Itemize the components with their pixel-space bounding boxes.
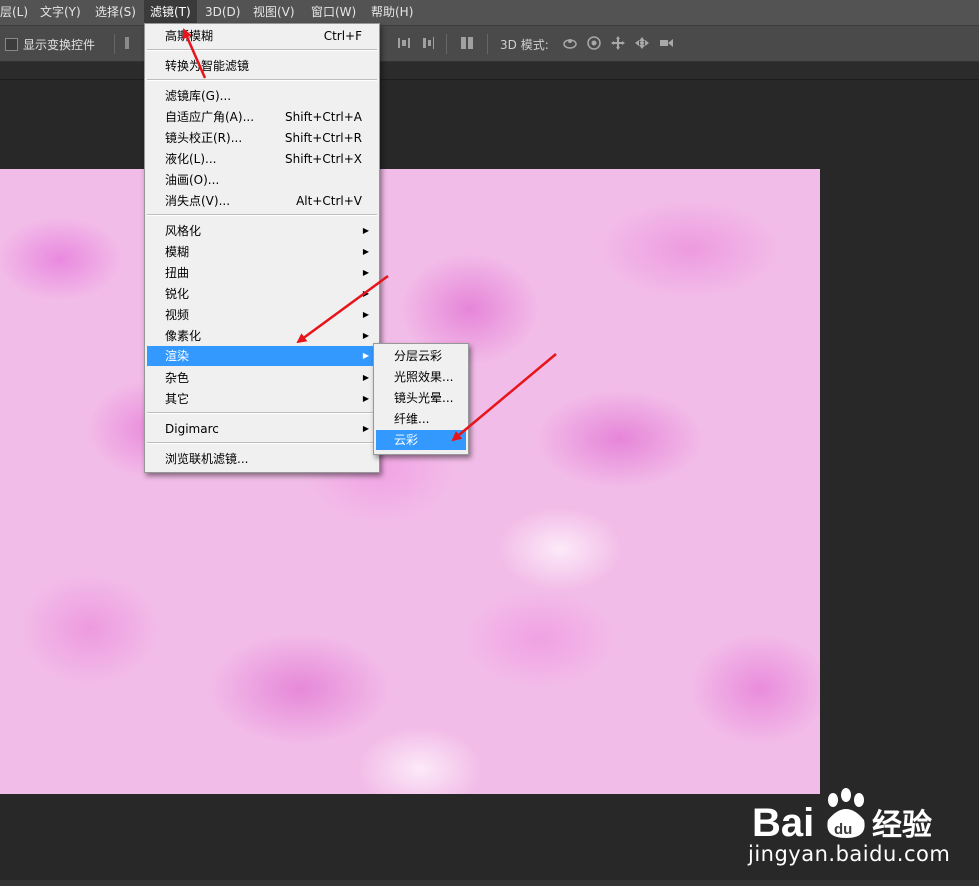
menu-item-shortcut: Alt+Ctrl+V [296,194,362,208]
menu-item-adaptive-wide-angle[interactable]: 自适应广角(A)... Shift+Ctrl+A [147,107,377,127]
submenu-arrow-icon: ▶ [362,331,369,340]
menu-item-label: 像素化 [165,329,202,343]
menu-filter[interactable]: 滤镜(T) [144,0,197,25]
show-transform-label: 显示变换控件 [23,38,96,52]
menu-help[interactable]: 帮助(H) [371,0,413,25]
menu-3d[interactable]: 3D(D) [205,0,240,25]
menu-item-label: 高斯模糊 [165,29,214,43]
menu-item-shortcut: Ctrl+F [323,29,362,43]
menu-item-label: 油画(O)... [165,173,220,187]
menu-item-blur[interactable]: 模糊 ▶ [147,242,377,262]
watermark-url: jingyan.baidu.com [748,842,951,866]
3d-rotate-icon[interactable] [562,35,578,51]
menu-item-label: 扭曲 [165,266,190,280]
render-submenu: 分层云彩 光照效果... 镜头光晕... 纤维... 云彩 [373,343,469,455]
submenu-arrow-icon: ▶ [362,226,369,235]
menu-item-label: 镜头光晕... [394,391,454,405]
menu-item-label: 云彩 [394,433,419,447]
3d-roll-icon[interactable] [586,35,602,51]
menu-item-video[interactable]: 视频 ▶ [147,305,377,325]
menu-item-label: 消失点(V)... [165,194,231,208]
submenu-arrow-icon: ▶ [362,394,369,403]
separator [446,34,447,54]
menu-item-oil-paint[interactable]: 油画(O)... [147,170,377,190]
menu-divider [147,412,377,414]
menu-divider [147,214,377,216]
watermark-paw-text: du [834,821,852,838]
3d-pan-icon[interactable] [610,35,626,51]
menu-item-label: 镜头校正(R)... [165,131,243,145]
submenu-arrow-icon: ▶ [362,289,369,298]
menu-item-label: 模糊 [165,245,190,259]
3d-mode-label: 3D 模式: [500,38,549,52]
menu-item-label: 杂色 [165,371,190,385]
auto-align-icon[interactable] [459,35,475,51]
menu-item-stylize[interactable]: 风格化 ▶ [147,221,377,241]
menu-item-convert-smart-filter[interactable]: 转换为智能滤镜 [147,56,377,76]
menu-item-shortcut: Shift+Ctrl+X [285,152,362,166]
submenu-arrow-icon: ▶ [362,247,369,256]
menu-item-label: 滤镜库(G)... [165,89,232,103]
menu-item-shortcut: Shift+Ctrl+A [285,110,362,124]
menu-item-filter-gallery[interactable]: 滤镜库(G)... [147,86,377,106]
separator [487,34,488,54]
menu-item-gaussian-blur[interactable]: 高斯模糊 Ctrl+F [147,26,377,46]
menu-item-liquify[interactable]: 液化(L)... Shift+Ctrl+X [147,149,377,169]
separator [114,34,115,54]
distribute-right-icon[interactable] [420,35,436,51]
menu-item-label: 分层云彩 [394,349,443,363]
menu-item-lighting-effects[interactable]: 光照效果... [376,367,466,387]
menu-item-pixelate[interactable]: 像素化 ▶ [147,326,377,346]
menu-view[interactable]: 视图(V) [253,0,295,25]
menu-item-label: 转换为智能滤镜 [165,59,250,73]
menu-item-fibers[interactable]: 纤维... [376,409,466,429]
3d-scale-icon[interactable] [658,35,674,51]
menu-item-difference-clouds[interactable]: 分层云彩 [376,346,466,366]
menu-item-shortcut: Shift+Ctrl+R [284,131,362,145]
menu-item-noise[interactable]: 杂色 ▶ [147,368,377,388]
menu-divider [147,49,377,51]
menu-type[interactable]: 文字(Y) [40,0,81,25]
show-transform-checkbox[interactable] [5,38,18,51]
watermark-cn: 经验 [872,808,932,843]
menu-item-label: 渲染 [165,349,190,363]
menu-item-render[interactable]: 渲染 ▶ [147,346,377,366]
distribute-horizontal-icon[interactable] [396,35,412,51]
submenu-arrow-icon: ▶ [362,310,369,319]
menu-item-label: Digimarc [165,422,219,436]
menu-item-label: 锐化 [165,287,190,301]
menu-item-vanishing-point[interactable]: 消失点(V)... Alt+Ctrl+V [147,191,377,211]
menu-item-lens-correction[interactable]: 镜头校正(R)... Shift+Ctrl+R [147,128,377,148]
menu-window[interactable]: 窗口(W) [311,0,356,25]
status-strip [0,880,979,886]
menu-select[interactable]: 选择(S) [95,0,136,25]
menu-item-label: 视频 [165,308,190,322]
menu-item-label: 液化(L)... [165,152,217,166]
menu-item-label: 其它 [165,392,190,406]
menu-divider [147,79,377,81]
menu-item-sharpen[interactable]: 锐化 ▶ [147,284,377,304]
menu-item-browse-online-filters[interactable]: 浏览联机滤镜... [147,449,377,469]
menu-item-clouds[interactable]: 云彩 [376,430,466,450]
3d-slide-icon[interactable] [634,35,650,51]
menu-item-label: 纤维... [394,412,430,426]
filter-menu: 高斯模糊 Ctrl+F 转换为智能滤镜 滤镜库(G)... 自适应广角(A)..… [144,23,380,473]
submenu-arrow-icon: ▶ [362,424,369,433]
submenu-arrow-icon: ▶ [362,268,369,277]
submenu-arrow-icon: ▶ [362,351,369,360]
menu-item-label: 浏览联机滤镜... [165,452,249,466]
menu-item-distort[interactable]: 扭曲 ▶ [147,263,377,283]
document-canvas[interactable] [0,169,820,794]
menu-item-lens-flare[interactable]: 镜头光晕... [376,388,466,408]
menu-item-label: 光照效果... [394,370,454,384]
menu-item-label: 自适应广角(A)... [165,110,255,124]
menu-layer[interactable]: 层(L) [0,0,28,25]
menu-item-other[interactable]: 其它 ▶ [147,389,377,409]
menu-item-digimarc[interactable]: Digimarc ▶ [147,419,377,439]
menu-item-label: 风格化 [165,224,202,238]
menu-divider [147,442,377,444]
align-top-icon[interactable] [122,35,138,51]
watermark-brand: Bai [752,801,814,845]
submenu-arrow-icon: ▶ [362,373,369,382]
